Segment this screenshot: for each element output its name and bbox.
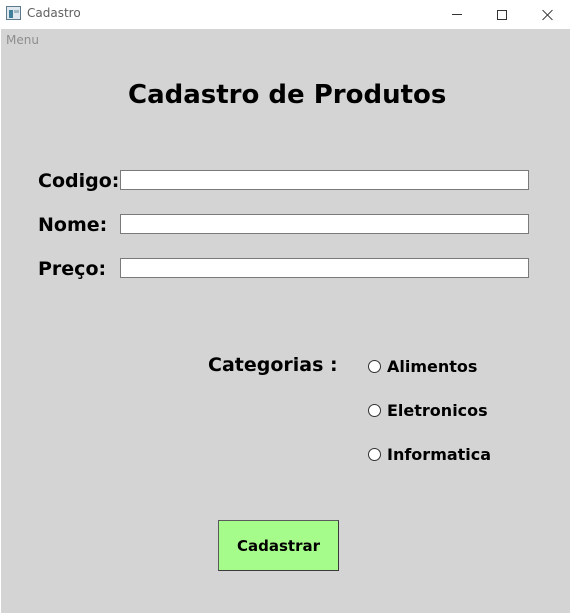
form-area: Menu Cadastro de Produtos Codigo: Nome: …: [1, 29, 570, 613]
app-window: Cadastro Menu Cadastro de Produtos Codig…: [0, 0, 571, 613]
app-window-icon: [6, 6, 21, 20]
window-title: Cadastro: [27, 6, 81, 20]
minimize-icon: [452, 14, 462, 15]
minimize-button[interactable]: [434, 0, 480, 29]
radio-label: Alimentos: [387, 356, 478, 376]
radio-label: Eletronicos: [387, 400, 488, 420]
preco-label: Preço:: [38, 258, 107, 280]
maximize-icon: [497, 9, 507, 20]
codigo-label: Codigo:: [38, 170, 120, 192]
nome-label: Nome:: [38, 214, 108, 236]
radio-alimentos[interactable]: Alimentos: [368, 356, 477, 376]
maximize-button[interactable]: [479, 0, 525, 29]
page-title: Cadastro de Produtos: [128, 80, 447, 110]
close-icon: [542, 9, 554, 21]
categorias-label: Categorias :: [208, 354, 338, 376]
codigo-input[interactable]: [120, 170, 529, 190]
radio-eletronicos[interactable]: Eletronicos: [368, 400, 488, 420]
radio-circle-icon[interactable]: [368, 403, 381, 417]
menu-button[interactable]: Menu: [6, 33, 39, 47]
nome-input[interactable]: [120, 214, 529, 234]
radio-circle-icon[interactable]: [368, 447, 381, 461]
title-bar[interactable]: Cadastro: [0, 0, 571, 29]
close-button[interactable]: [525, 0, 571, 29]
preco-input[interactable]: [120, 258, 529, 278]
radio-informatica[interactable]: Informatica: [368, 444, 491, 464]
radio-circle-icon[interactable]: [368, 359, 381, 373]
radio-label: Informatica: [387, 444, 492, 464]
cadastrar-button[interactable]: Cadastrar: [218, 520, 339, 571]
